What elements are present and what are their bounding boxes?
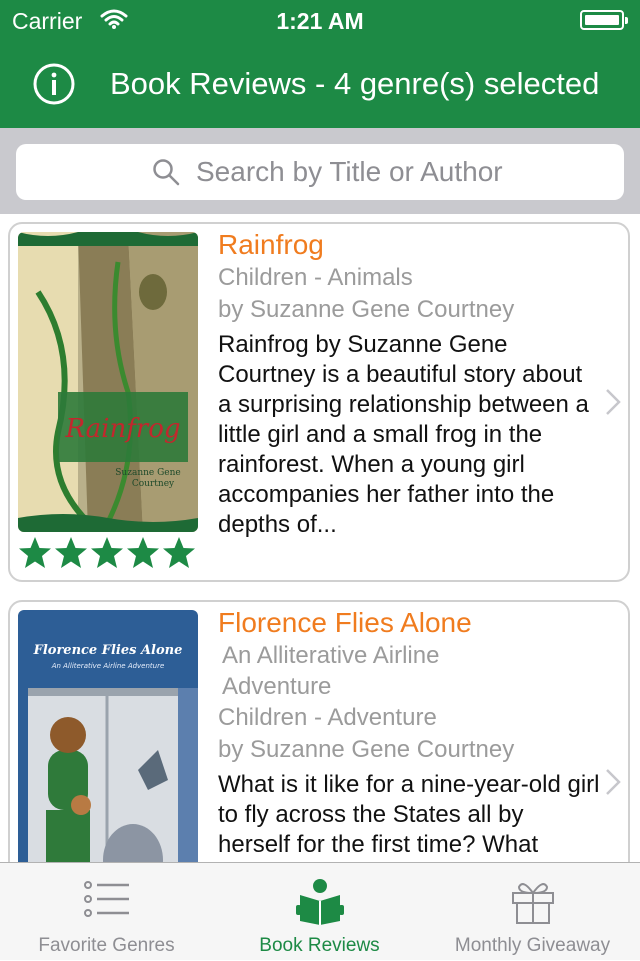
tab-favorite-genres[interactable]: Favorite Genres (0, 863, 213, 961)
status-bar: Carrier 1:21 AM (0, 0, 640, 40)
book-genre: Children - Adventure (218, 704, 437, 731)
cover-author-line1: Suzanne Gene (115, 468, 181, 478)
tab-monthly-giveaway[interactable]: Monthly Giveaway (426, 863, 639, 961)
book-reader-icon (295, 879, 344, 925)
chevron-right-icon (606, 769, 621, 795)
search-bar[interactable] (16, 144, 624, 200)
star-icon (163, 537, 195, 568)
clock: 1:21 AM (276, 8, 364, 34)
tab-bar: Favorite Genres Book Reviews Monthly Giv… (0, 862, 640, 960)
cover-title: Florence Flies Alone (33, 643, 183, 658)
book-title: Rainfrog (218, 229, 324, 260)
search-bar-container (0, 128, 640, 214)
cover-subtitle: An Alliterative Airline Adventure (51, 662, 165, 670)
rating-stars (18, 536, 196, 570)
tab-label: Favorite Genres (38, 935, 175, 956)
tab-label: Book Reviews (259, 935, 380, 956)
page-title: Book Reviews - 4 genre(s) selected (110, 66, 600, 101)
book-list[interactable]: Rainfrog Suzanne Gene Courtney Rainfrog … (0, 214, 640, 862)
search-input[interactable] (196, 154, 596, 190)
book-card[interactable]: Florence Flies Alone An Alliterative Air… (8, 600, 630, 862)
book-description: Rainfrog by Suzanne Gene Courtney is a b… (218, 331, 589, 538)
battery-icon (580, 10, 628, 30)
book-cover-image: Florence Flies Alone An Alliterative Air… (18, 610, 198, 862)
tab-label: Monthly Giveaway (454, 935, 611, 956)
book-card[interactable]: Rainfrog Suzanne Gene Courtney Rainfrog … (8, 222, 630, 582)
cover-title: Rainfrog (64, 414, 180, 444)
book-genre: Children - Animals (218, 264, 413, 291)
star-icon (19, 537, 51, 568)
nav-bar: Book Reviews - 4 genre(s) selected (0, 40, 640, 128)
star-icon (127, 537, 159, 568)
info-icon[interactable] (32, 62, 76, 106)
book-description: What is it like for a nine-year-old girl… (218, 771, 600, 858)
search-icon (153, 159, 180, 186)
book-cover-image: Rainfrog Suzanne Gene Courtney (18, 232, 198, 532)
star-icon (55, 537, 87, 568)
star-icon (91, 537, 123, 568)
chevron-right-icon (606, 389, 621, 415)
book-title: Florence Flies Alone (218, 607, 472, 638)
book-author: by Suzanne Gene Courtney (218, 736, 515, 763)
book-author: by Suzanne Gene Courtney (218, 296, 515, 323)
cover-author-line2: Courtney (132, 479, 175, 489)
book-subtitle: An Alliterative Airline Adventure (222, 642, 440, 700)
gift-icon (511, 883, 554, 924)
tab-book-reviews[interactable]: Book Reviews (213, 863, 426, 961)
list-icon (83, 881, 129, 917)
